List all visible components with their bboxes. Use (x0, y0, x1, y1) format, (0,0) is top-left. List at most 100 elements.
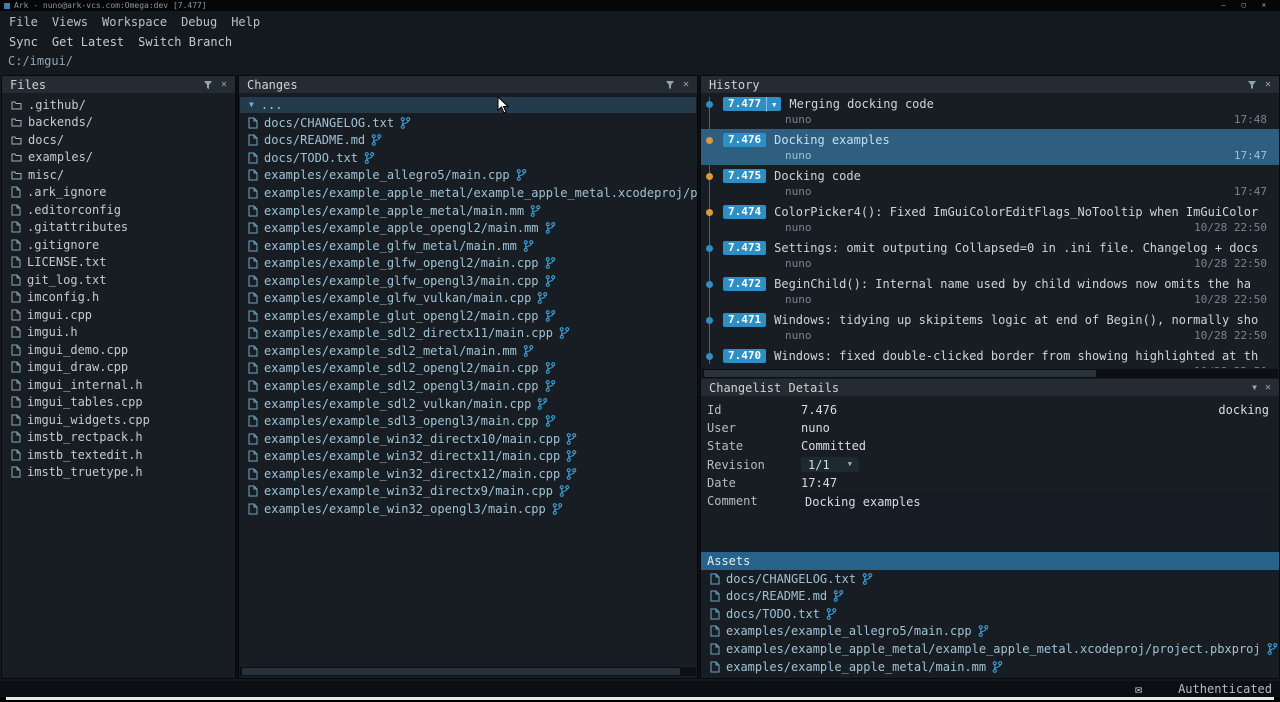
file-tree-item[interactable]: imgui_demo.cpp (2, 341, 235, 359)
file-tree-item[interactable]: .gitignore (2, 236, 235, 254)
history-commit-row[interactable]: 7.470 Windows: fixed double-clicked bord… (701, 345, 1279, 368)
file-tree-item[interactable]: imconfig.h (2, 289, 235, 307)
file-tree-item[interactable]: .gitattributes (2, 219, 235, 237)
menu-item[interactable]: Help (224, 15, 267, 29)
history-commit-row[interactable]: 7.475 Docking code nuno 17:47 (701, 165, 1279, 201)
changes-root-expander[interactable]: ▼ ... (240, 97, 696, 113)
file-name: imstb_textedit.h (27, 448, 143, 462)
mail-icon[interactable]: ✉ (1135, 682, 1142, 696)
maximize-button[interactable]: ▢ (1242, 0, 1246, 11)
commit-author: nuno (785, 329, 812, 342)
file-tree-item[interactable]: imstb_rectpack.h (2, 429, 235, 447)
menu-item[interactable]: File (2, 15, 45, 29)
chevron-down-icon[interactable]: ▼ (1252, 383, 1257, 393)
file-tree-item[interactable]: imgui_widgets.cpp (2, 411, 235, 429)
changed-file-row[interactable]: examples/example_sdl3_opengl3/main.cpp (239, 412, 697, 430)
changed-file-path: examples/example_apple_metal/example_app… (264, 186, 697, 200)
horizontal-scrollbar[interactable] (702, 369, 1278, 378)
changed-file-row[interactable]: docs/README.md (239, 132, 697, 150)
changed-file-row[interactable]: examples/example_sdl2_vulkan/main.cpp (239, 395, 697, 413)
history-commit-row[interactable]: 7.474 ColorPicker4(): Fixed ImGuiColorEd… (701, 201, 1279, 237)
changed-file-row[interactable]: examples/example_allegro5/main.cpp (239, 167, 697, 185)
changed-file-row[interactable]: examples/example_win32_directx9/main.cpp (239, 482, 697, 500)
filter-funnel-icon[interactable] (665, 80, 675, 90)
file-tree-item[interactable]: imgui_tables.cpp (2, 394, 235, 412)
close-panel-icon[interactable]: ✕ (683, 80, 689, 90)
file-name: imstb_truetype.h (27, 465, 143, 479)
filter-funnel-icon[interactable] (1247, 80, 1257, 90)
close-panel-icon[interactable]: ✕ (1265, 80, 1271, 90)
file-tree-item[interactable]: LICENSE.txt (2, 254, 235, 272)
close-panel-icon[interactable]: ✕ (1265, 383, 1271, 393)
changed-file-row[interactable]: examples/example_glfw_opengl2/main.cpp (239, 254, 697, 272)
file-name: .gitattributes (27, 220, 128, 234)
asset-file-row[interactable]: examples/example_apple_metal/example_app… (701, 640, 1279, 658)
file-tree-item[interactable]: imgui.cpp (2, 306, 235, 324)
toolbar-button[interactable]: Switch Branch (131, 35, 239, 49)
branch-icon (559, 485, 570, 497)
file-type-icon (11, 309, 21, 321)
menu-item[interactable]: Debug (174, 15, 224, 29)
filter-funnel-icon[interactable] (203, 80, 213, 90)
history-commit-row[interactable]: 7.472 BeginChild(): Internal name used b… (701, 273, 1279, 309)
changed-file-row[interactable]: examples/example_apple_metal/main.mm (239, 202, 697, 220)
file-tree-item[interactable]: imstb_textedit.h (2, 446, 235, 464)
commit-timestamp: 17:47 (1234, 185, 1271, 198)
changed-file-row[interactable]: examples/example_apple_metal/example_app… (239, 184, 697, 202)
file-tree-item[interactable]: backends/ (2, 114, 235, 132)
asset-file-row[interactable]: docs/README.md (701, 588, 1279, 606)
document-icon (248, 187, 258, 199)
changed-file-path: examples/example_sdl3_opengl3/main.cpp (264, 414, 539, 428)
changed-file-row[interactable]: examples/example_sdl2_opengl3/main.cpp (239, 377, 697, 395)
file-tree-item[interactable]: misc/ (2, 166, 235, 184)
file-tree-item[interactable]: imgui_draw.cpp (2, 359, 235, 377)
document-icon (248, 398, 258, 410)
horizontal-scrollbar[interactable] (240, 667, 696, 676)
history-commit-row[interactable]: 7.471 Windows: tidying up skipitems logi… (701, 309, 1279, 345)
history-commit-row[interactable]: 7.477 Merging docking code nuno 17:48 (701, 93, 1279, 129)
changed-file-path: examples/example_sdl2_opengl2/main.cpp (264, 361, 539, 375)
changed-file-row[interactable]: examples/example_glut_opengl2/main.cpp (239, 307, 697, 325)
asset-file-row[interactable]: docs/CHANGELOG.txt (701, 570, 1279, 588)
file-tree-item[interactable]: .ark_ignore (2, 184, 235, 202)
changed-file-row[interactable]: examples/example_win32_directx11/main.cp… (239, 447, 697, 465)
file-tree-item[interactable]: imgui_internal.h (2, 376, 235, 394)
file-tree-item[interactable]: git_log.txt (2, 271, 235, 289)
file-tree-item[interactable]: .editorconfig (2, 201, 235, 219)
file-tree-item[interactable]: docs/ (2, 131, 235, 149)
commit-author: nuno (785, 113, 812, 126)
horizontal-scrollbar-thumb[interactable] (242, 668, 680, 675)
menu-item[interactable]: Workspace (95, 15, 174, 29)
asset-file-row[interactable]: examples/example_apple_opengl2/main.mm (701, 675, 1279, 678)
changed-file-row[interactable]: examples/example_win32_directx12/main.cp… (239, 465, 697, 483)
file-tree-item[interactable]: imstb_truetype.h (2, 464, 235, 482)
horizontal-scrollbar-thumb[interactable] (704, 370, 1096, 377)
changed-file-row[interactable]: examples/example_sdl2_opengl2/main.cpp (239, 360, 697, 378)
close-window-button[interactable]: ✕ (1262, 0, 1266, 11)
close-panel-icon[interactable]: ✕ (221, 80, 227, 90)
revision-dropdown[interactable]: 1/1 ▼ (801, 457, 859, 472)
changed-file-row[interactable]: examples/example_glfw_vulkan/main.cpp (239, 289, 697, 307)
toolbar-button[interactable]: Sync (2, 35, 45, 49)
changed-file-row[interactable]: docs/TODO.txt (239, 149, 697, 167)
asset-file-row[interactable]: examples/example_allegro5/main.cpp (701, 623, 1279, 641)
assets-panel-header[interactable]: Assets (701, 552, 1279, 570)
changed-file-row[interactable]: docs/CHANGELOG.txt (239, 114, 697, 132)
changed-file-row[interactable]: examples/example_sdl2_metal/main.mm (239, 342, 697, 360)
changed-file-row[interactable]: examples/example_apple_opengl2/main.mm (239, 219, 697, 237)
changed-file-row[interactable]: examples/example_glfw_metal/main.mm (239, 237, 697, 255)
minimize-button[interactable]: — (1221, 0, 1225, 11)
changed-file-row[interactable]: examples/example_glfw_opengl3/main.cpp (239, 272, 697, 290)
changed-file-row[interactable]: examples/example_sdl2_directx11/main.cpp (239, 325, 697, 343)
history-commit-row[interactable]: 7.476 Docking examples nuno 17:47 (701, 129, 1279, 165)
file-tree-item[interactable]: imgui.h (2, 324, 235, 342)
asset-file-row[interactable]: examples/example_apple_metal/main.mm (701, 658, 1279, 676)
toolbar-button[interactable]: Get Latest (45, 35, 131, 49)
changed-file-row[interactable]: examples/example_win32_opengl3/main.cpp (239, 500, 697, 518)
file-tree-item[interactable]: .github/ (2, 96, 235, 114)
history-commit-row[interactable]: 7.473 Settings: omit outputing Collapsed… (701, 237, 1279, 273)
changed-file-row[interactable]: examples/example_win32_directx10/main.cp… (239, 430, 697, 448)
asset-file-row[interactable]: docs/TODO.txt (701, 605, 1279, 623)
menu-item[interactable]: Views (45, 15, 95, 29)
file-tree-item[interactable]: examples/ (2, 149, 235, 167)
